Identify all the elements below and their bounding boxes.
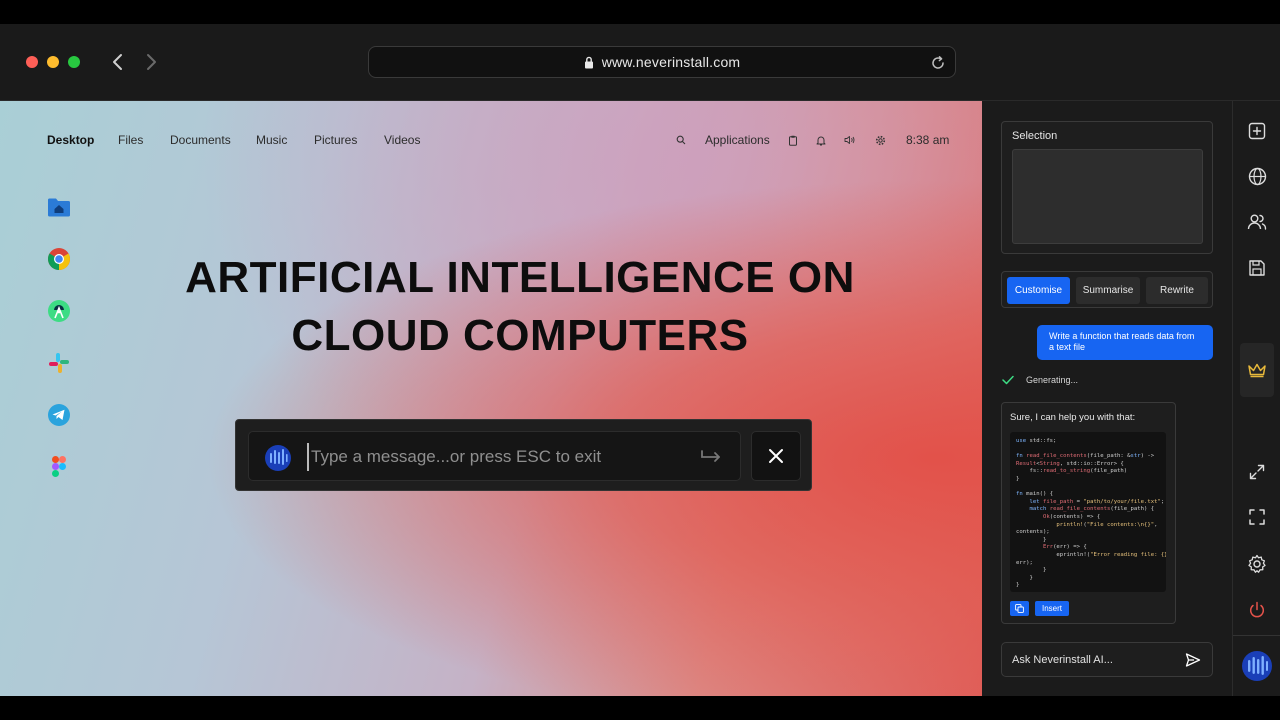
nav-documents[interactable]: Documents	[170, 133, 231, 147]
desktop-topbar: Desktop Files Documents Music Pictures V…	[0, 101, 982, 181]
nav-desktop[interactable]: Desktop	[47, 133, 94, 147]
headline-line-2: CLOUD COMPUTERS	[291, 311, 749, 360]
search-icon[interactable]	[674, 133, 688, 147]
rewrite-button[interactable]: Rewrite	[1146, 277, 1208, 304]
chevron-right-icon	[147, 54, 156, 70]
neverinstall-logo-icon	[265, 445, 291, 471]
figma-icon[interactable]	[47, 455, 71, 479]
ai-answer-card: Sure, I can help you with that: use std:…	[1001, 402, 1176, 624]
hero-headline: ARTIFICIAL INTELLIGENCE ON CLOUD COMPUTE…	[110, 249, 930, 365]
forward-button[interactable]	[139, 50, 163, 74]
globe-icon[interactable]	[1245, 164, 1269, 188]
user-message-bubble: Write a function that reads data from a …	[1037, 325, 1213, 360]
telegram-icon[interactable]	[47, 403, 71, 427]
selection-box: Selection	[1001, 121, 1213, 254]
summarise-button[interactable]: Summarise	[1076, 277, 1140, 304]
selection-title: Selection	[1012, 130, 1058, 142]
answer-intro: Sure, I can help you with that:	[1010, 412, 1136, 423]
home-folder-icon[interactable]	[47, 195, 71, 219]
copy-icon	[1015, 604, 1024, 613]
bell-icon[interactable]	[814, 133, 828, 147]
enter-return-icon[interactable]	[700, 446, 722, 468]
save-icon[interactable]	[1245, 256, 1269, 280]
ask-ai-input[interactable]	[1012, 651, 1172, 669]
neverinstall-logo[interactable]	[1241, 650, 1273, 682]
ask-ai-box	[1001, 642, 1213, 677]
ai-assistant-panel: Selection Customise Summarise Rewrite Wr…	[982, 101, 1232, 696]
ai-command-bar	[235, 419, 812, 491]
code-block: use std::fs; fn read_file_contents(file_…	[1010, 432, 1166, 592]
android-studio-icon[interactable]	[47, 299, 71, 323]
generating-status: Generating...	[1002, 373, 1078, 387]
window-maximize-button[interactable]	[68, 56, 80, 68]
insert-button[interactable]: Insert	[1035, 601, 1069, 616]
crown-icon[interactable]	[1240, 343, 1274, 397]
rail-divider	[1233, 635, 1280, 636]
users-icon[interactable]	[1245, 210, 1269, 234]
back-button[interactable]	[106, 50, 130, 74]
headline-line-1: ARTIFICIAL INTELLIGENCE ON	[185, 253, 855, 302]
settings-gear-icon[interactable]	[873, 133, 887, 147]
reload-icon[interactable]	[929, 54, 947, 72]
letterbox-bottom	[0, 696, 1280, 720]
lock-icon	[584, 56, 594, 69]
nav-files[interactable]: Files	[118, 133, 143, 147]
power-icon[interactable]	[1245, 598, 1269, 622]
nav-music[interactable]: Music	[256, 133, 287, 147]
copy-button[interactable]	[1010, 601, 1029, 616]
nav-pictures[interactable]: Pictures	[314, 133, 357, 147]
window-minimize-button[interactable]	[47, 56, 59, 68]
check-icon	[1002, 375, 1014, 385]
action-button-group: Customise Summarise Rewrite	[1001, 271, 1213, 308]
new-tab-icon[interactable]	[1245, 119, 1269, 143]
browser-toolbar: www.neverinstall.com	[0, 24, 1280, 101]
clock: 8:38 am	[906, 133, 950, 147]
url-text: www.neverinstall.com	[601, 54, 741, 70]
selection-textarea[interactable]	[1012, 149, 1203, 244]
clipboard-icon[interactable]	[786, 133, 800, 147]
address-bar[interactable]: www.neverinstall.com	[368, 46, 956, 78]
ai-input-container	[248, 431, 741, 481]
close-icon	[769, 449, 783, 463]
cloud-desktop: Desktop Files Documents Music Pictures V…	[0, 101, 982, 696]
volume-icon[interactable]	[843, 133, 857, 147]
right-sidebar	[1232, 101, 1280, 696]
customise-button[interactable]: Customise	[1007, 277, 1070, 304]
slack-icon[interactable]	[47, 351, 71, 375]
nav-videos[interactable]: Videos	[384, 133, 420, 147]
generating-text: Generating...	[1026, 375, 1079, 385]
nav-applications[interactable]: Applications	[705, 133, 770, 147]
ai-close-button[interactable]	[751, 431, 801, 481]
ai-message-input[interactable]	[307, 443, 687, 471]
chevron-left-icon	[113, 54, 122, 70]
window-close-button[interactable]	[26, 56, 38, 68]
chrome-icon[interactable]	[47, 247, 71, 271]
expand-icon[interactable]	[1245, 460, 1269, 484]
settings-icon[interactable]	[1245, 552, 1269, 576]
send-icon[interactable]	[1184, 651, 1202, 669]
letterbox-top	[0, 0, 1280, 24]
fullscreen-icon[interactable]	[1245, 505, 1269, 529]
